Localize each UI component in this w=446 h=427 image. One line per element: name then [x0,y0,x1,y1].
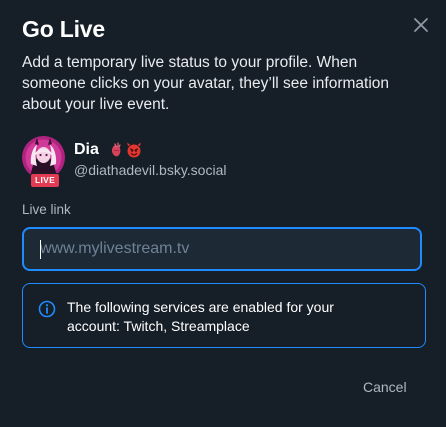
dialog-title: Go Live [22,16,105,42]
services-notice-text: The following services are enabled for y… [67,299,334,334]
live-badge: LIVE [30,173,60,188]
live-link-input[interactable] [22,227,422,271]
display-name: Dia [74,141,99,158]
text-caret [40,240,41,259]
dialog-description: Add a temporary live status to your prof… [22,54,390,113]
name-emojis [111,142,141,158]
go-live-dialog: Go Live Add a temporary live status to y… [0,0,446,427]
info-icon [38,300,56,318]
profile-handle: @diathadevil.bsky.social [74,162,227,178]
cancel-button[interactable]: Cancel [363,379,407,395]
services-notice: The following services are enabled for y… [22,283,426,348]
devil-face-icon [127,142,141,158]
close-icon[interactable] [410,14,432,36]
anatomical-heart-icon [111,142,121,157]
profile-card: LIVE Dia @diathadevil.bsky.social [22,136,422,188]
live-link-label: Live link [22,202,71,217]
